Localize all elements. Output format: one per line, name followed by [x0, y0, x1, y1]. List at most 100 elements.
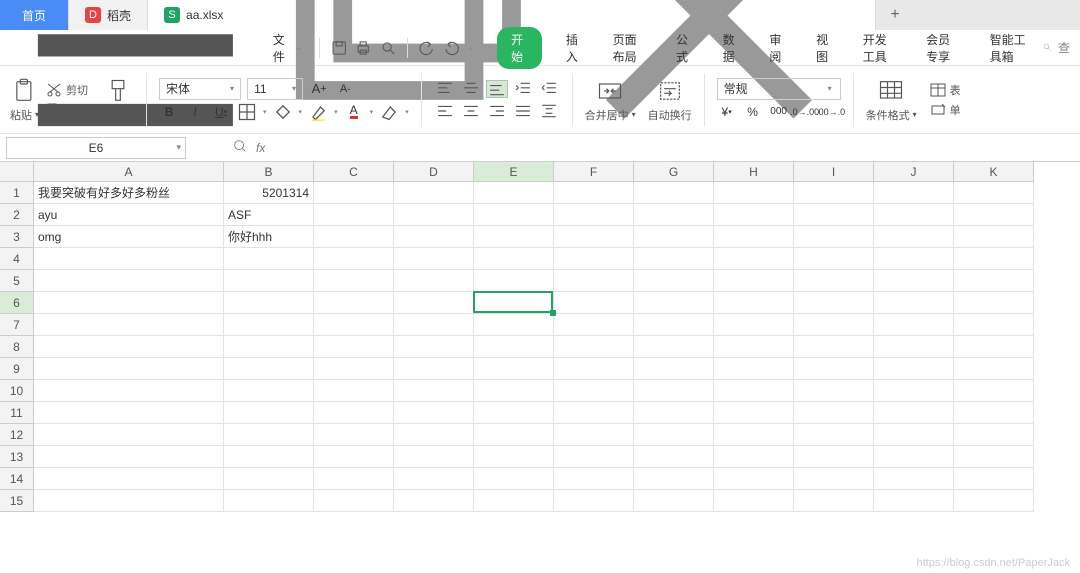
- paste-button[interactable]: 粘贴▾: [10, 77, 39, 123]
- ribbon-tab-data[interactable]: 数据: [717, 27, 746, 69]
- cell[interactable]: [394, 490, 474, 512]
- enlarge-font-button[interactable]: A+: [309, 79, 329, 99]
- cell[interactable]: [794, 182, 874, 204]
- spreadsheet-grid[interactable]: ABCDEFGHIJK 1我要突破有好多好多粉丝52013142ayuASF3o…: [0, 162, 1080, 512]
- column-header-I[interactable]: I: [794, 162, 874, 182]
- cell[interactable]: [314, 204, 394, 226]
- cell[interactable]: [394, 226, 474, 248]
- name-box[interactable]: E6 ▾: [6, 137, 186, 159]
- cell[interactable]: [794, 490, 874, 512]
- cell[interactable]: [314, 226, 394, 248]
- wrap-text-button[interactable]: 自动换行: [648, 77, 692, 123]
- cell[interactable]: [474, 490, 554, 512]
- select-all-corner[interactable]: [0, 162, 34, 182]
- cell[interactable]: [634, 446, 714, 468]
- cell[interactable]: [34, 380, 224, 402]
- cell[interactable]: [634, 490, 714, 512]
- cell[interactable]: [954, 358, 1034, 380]
- row-header[interactable]: 9: [0, 358, 34, 380]
- cell[interactable]: [794, 424, 874, 446]
- cell[interactable]: [714, 248, 794, 270]
- cell[interactable]: [634, 182, 714, 204]
- row-header[interactable]: 12: [0, 424, 34, 446]
- cell[interactable]: [314, 270, 394, 292]
- cell[interactable]: [634, 292, 714, 314]
- cell[interactable]: [954, 226, 1034, 248]
- cell[interactable]: [714, 424, 794, 446]
- cell[interactable]: [874, 270, 954, 292]
- cell[interactable]: [874, 358, 954, 380]
- cell[interactable]: [224, 358, 314, 380]
- cell[interactable]: [874, 226, 954, 248]
- cell[interactable]: [954, 424, 1034, 446]
- ribbon-tab-layout[interactable]: 页面布局: [607, 27, 652, 69]
- cell[interactable]: [874, 248, 954, 270]
- cell[interactable]: [314, 490, 394, 512]
- cell[interactable]: [474, 204, 554, 226]
- cell[interactable]: [474, 226, 554, 248]
- cell[interactable]: [874, 336, 954, 358]
- cell[interactable]: [794, 204, 874, 226]
- eraser-button[interactable]: [379, 102, 399, 122]
- align-left-button[interactable]: [434, 102, 456, 120]
- cell[interactable]: [224, 446, 314, 468]
- cell[interactable]: [794, 402, 874, 424]
- highlight-button[interactable]: [308, 102, 328, 122]
- cell[interactable]: [714, 380, 794, 402]
- cell[interactable]: [394, 380, 474, 402]
- search-box[interactable]: 查: [1043, 39, 1070, 56]
- cell[interactable]: [314, 468, 394, 490]
- cell[interactable]: [474, 380, 554, 402]
- row-header[interactable]: 10: [0, 380, 34, 402]
- cell[interactable]: [224, 270, 314, 292]
- cell[interactable]: [394, 446, 474, 468]
- cell[interactable]: [474, 468, 554, 490]
- cell[interactable]: [34, 424, 224, 446]
- column-header-G[interactable]: G: [634, 162, 714, 182]
- cell[interactable]: [874, 424, 954, 446]
- cell[interactable]: [314, 292, 394, 314]
- align-center-button[interactable]: [460, 102, 482, 120]
- ribbon-tab-view[interactable]: 视图: [810, 27, 839, 69]
- row-header[interactable]: 14: [0, 468, 34, 490]
- cell[interactable]: [314, 446, 394, 468]
- cell[interactable]: [394, 292, 474, 314]
- cell[interactable]: 你好hhh: [224, 226, 314, 248]
- row-header[interactable]: 5: [0, 270, 34, 292]
- cell[interactable]: [954, 380, 1034, 402]
- ribbon-tab-review[interactable]: 审阅: [763, 27, 792, 69]
- align-right-button[interactable]: [486, 102, 508, 120]
- cell[interactable]: [394, 468, 474, 490]
- cell[interactable]: [714, 314, 794, 336]
- cell[interactable]: [314, 380, 394, 402]
- cell[interactable]: [34, 402, 224, 424]
- cell[interactable]: [34, 270, 224, 292]
- percent-button[interactable]: %: [743, 102, 763, 122]
- cell[interactable]: [634, 402, 714, 424]
- cell[interactable]: [554, 314, 634, 336]
- cell[interactable]: [394, 358, 474, 380]
- cell[interactable]: [394, 204, 474, 226]
- cell[interactable]: [474, 336, 554, 358]
- cell[interactable]: [34, 358, 224, 380]
- cell[interactable]: [794, 292, 874, 314]
- cell[interactable]: [874, 182, 954, 204]
- cell[interactable]: [954, 204, 1034, 226]
- cell[interactable]: [954, 248, 1034, 270]
- column-header-D[interactable]: D: [394, 162, 474, 182]
- cell[interactable]: [634, 226, 714, 248]
- cell[interactable]: [34, 490, 224, 512]
- bold-button[interactable]: B: [159, 102, 179, 122]
- cell[interactable]: [714, 468, 794, 490]
- cell[interactable]: [474, 248, 554, 270]
- cell[interactable]: [634, 204, 714, 226]
- copy-button[interactable]: 复制▾: [45, 101, 95, 119]
- cell[interactable]: [794, 270, 874, 292]
- cell[interactable]: [794, 336, 874, 358]
- row-header[interactable]: 2: [0, 204, 34, 226]
- justify-button[interactable]: [512, 102, 534, 120]
- font-color-button[interactable]: A: [344, 102, 364, 122]
- fill-handle[interactable]: [550, 310, 556, 316]
- currency-button[interactable]: ¥▾: [717, 102, 737, 122]
- cell[interactable]: [474, 446, 554, 468]
